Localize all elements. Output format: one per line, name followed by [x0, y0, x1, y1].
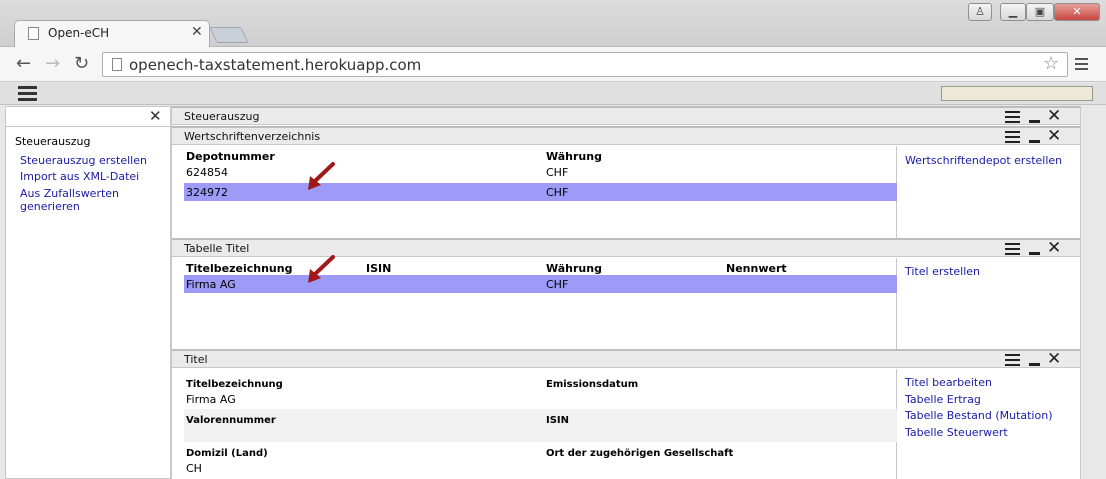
panel-menu-icon[interactable]: [1005, 243, 1020, 255]
field-label: Valorennummer: [186, 415, 276, 426]
panel-body: Titelbezeichnung Firma AG Emissionsdatum…: [172, 369, 897, 479]
minimize-button[interactable]: ▁: [1000, 3, 1026, 21]
forward-arrow-icon[interactable]: →: [45, 53, 60, 74]
field-value: Firma AG: [186, 393, 236, 406]
link-tabelle-bestand[interactable]: Tabelle Bestand (Mutation): [905, 409, 1053, 422]
column-header[interactable]: ISIN: [366, 262, 391, 275]
field-label: Domizil (Land): [186, 448, 268, 459]
panel-header: Wertschriftenverzeichnis ✕: [172, 126, 1080, 146]
bookmark-star-icon[interactable]: ☆: [1043, 53, 1059, 74]
link-import-xml[interactable]: Import aus XML-Datei: [20, 170, 139, 183]
user-icon[interactable]: ♙: [968, 3, 992, 21]
field-row-bg: [184, 409, 897, 442]
table-row-selected[interactable]: [184, 183, 897, 201]
cell-depotnummer[interactable]: 324972: [186, 186, 228, 199]
tab-close-icon[interactable]: ✕: [191, 24, 203, 40]
field-label: Ort der zugehörigen Gesellschaft: [546, 448, 734, 459]
panel-header: Titel ✕: [172, 349, 1080, 369]
window-close-button[interactable]: ✕: [1054, 3, 1100, 21]
field-label: ISIN: [546, 415, 570, 426]
table-row-selected[interactable]: [184, 275, 897, 293]
close-icon[interactable]: ✕: [1047, 238, 1061, 258]
address-bar[interactable]: openech-taxstatement.herokuapp.com ☆: [102, 52, 1068, 77]
cell-depotnummer[interactable]: 624854: [186, 166, 228, 179]
app-menu-icon[interactable]: [18, 86, 37, 101]
link-tabelle-steuerwert[interactable]: Tabelle Steuerwert: [905, 426, 1008, 439]
panel-body: Depotnummer Währung 624854 CHF 324972 CH…: [172, 146, 897, 238]
back-arrow-icon[interactable]: ←: [16, 53, 31, 74]
topbar-input[interactable]: [941, 86, 1093, 101]
close-icon[interactable]: ✕: [1047, 349, 1061, 369]
minimize-icon[interactable]: [1029, 252, 1040, 255]
annotation-arrow-icon: [308, 255, 335, 283]
panel-title: Titel: [184, 353, 208, 366]
cell-waehrung[interactable]: CHF: [546, 166, 568, 179]
link-zufallswerte[interactable]: Aus Zufallswerten generieren: [20, 187, 170, 213]
tab-title: Open-eCH: [48, 26, 110, 40]
panel-title: Wertschriftenverzeichnis: [184, 130, 321, 143]
column-header[interactable]: Depotnummer: [186, 150, 275, 163]
link-titel-bearbeiten[interactable]: Titel bearbeiten: [905, 376, 992, 389]
field-value: CH: [186, 462, 202, 475]
panel-body: Titelbezeichnung ISIN Währung Nennwert F…: [172, 258, 897, 349]
panel-header: Steuerauszug ✕: [172, 106, 1080, 126]
panel-titel: Titel ✕ Titelbezeichnung Firma AG Emissi…: [171, 349, 1081, 479]
column-header[interactable]: Nennwert: [726, 262, 787, 275]
link-steuerauszug-erstellen[interactable]: Steuerauszug erstellen: [20, 154, 147, 167]
link-tabelle-ertrag[interactable]: Tabelle Ertrag: [905, 393, 981, 406]
page-icon: [112, 58, 122, 71]
panel-title: Steuerauszug: [184, 110, 260, 123]
close-icon[interactable]: ✕: [1047, 126, 1061, 146]
panel-steuerauszug: Steuerauszug ✕: [171, 106, 1081, 126]
panel-menu-icon[interactable]: [1005, 354, 1020, 366]
cell-waehrung[interactable]: CHF: [546, 186, 568, 199]
annotation-arrow-icon: [308, 162, 335, 190]
cell-titelbezeichnung[interactable]: Firma AG: [186, 278, 236, 291]
link-wertschriftendepot-erstellen[interactable]: Wertschriftendepot erstellen: [905, 154, 1062, 167]
maximize-button[interactable]: ▣: [1026, 3, 1054, 21]
column-header[interactable]: Währung: [546, 262, 602, 275]
browser-toolbar: ← → ↻ openech-taxstatement.herokuapp.com…: [0, 47, 1106, 82]
url-text[interactable]: openech-taxstatement.herokuapp.com: [129, 56, 421, 74]
close-icon[interactable]: ✕: [149, 107, 162, 125]
field-label: Titelbezeichnung: [186, 379, 283, 390]
reload-icon[interactable]: ↻: [74, 53, 89, 74]
sidebar-heading: Steuerauszug: [15, 135, 91, 148]
panel-menu-icon[interactable]: [1005, 131, 1020, 143]
link-titel-erstellen[interactable]: Titel erstellen: [905, 265, 980, 278]
left-panel: ✕ Steuerauszug Steuerauszug erstellen Im…: [5, 106, 171, 479]
new-tab-button[interactable]: [209, 27, 249, 43]
browser-menu-icon[interactable]: [1075, 58, 1088, 70]
panel-menu-icon[interactable]: [1005, 111, 1020, 123]
browser-tab[interactable]: Open-eCH ✕: [14, 20, 210, 48]
panel-title: Tabelle Titel: [184, 242, 250, 255]
column-header[interactable]: Titelbezeichnung: [186, 262, 292, 275]
minimize-icon[interactable]: [1029, 120, 1040, 123]
minimize-icon[interactable]: [1029, 140, 1040, 143]
close-icon[interactable]: ✕: [1047, 106, 1061, 126]
field-label: Emissionsdatum: [546, 379, 639, 390]
page-icon: [28, 27, 39, 40]
column-header[interactable]: Währung: [546, 150, 602, 163]
divider: [6, 126, 170, 127]
minimize-icon[interactable]: [1029, 363, 1040, 366]
cell-waehrung[interactable]: CHF: [546, 278, 568, 291]
